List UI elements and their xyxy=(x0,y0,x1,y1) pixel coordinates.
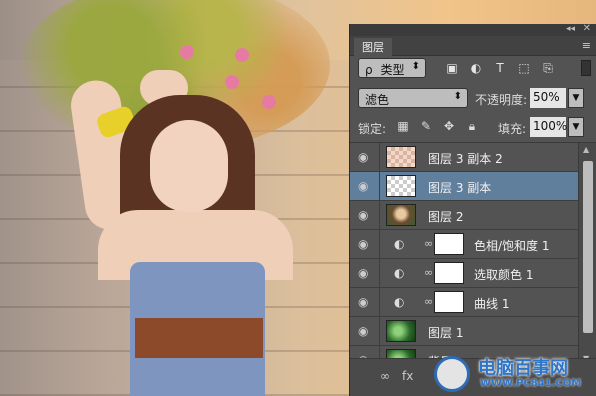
visibility-cell[interactable]: ◉ xyxy=(350,143,380,172)
eye-icon[interactable]: ◉ xyxy=(358,208,376,222)
layers-list: ◉ 图层 3 副本 2 ◉ 图层 3 副本 ◉ 图层 2 ◉ ◐ ∞ 色相/饱和… xyxy=(350,143,578,373)
type-filter-icon[interactable]: T xyxy=(492,60,508,76)
flower xyxy=(180,45,194,59)
layer-thumbnail xyxy=(386,146,416,168)
layer-thumbnail xyxy=(386,175,416,197)
layers-panel: ◂◂ ✕ 图层 ≡ ρ 类型 ⬍ ▣ ◐ T ⬚ ⎘ 滤色 ⬍ 不透明度: 50… xyxy=(349,23,596,396)
chevron-updown-icon: ⬍ xyxy=(411,61,420,72)
blend-row: 滤色 ⬍ 不透明度: 50% ▼ xyxy=(350,88,596,110)
adjustment-layer-icon: ◐ xyxy=(394,266,405,280)
layer-name: 图层 3 副本 xyxy=(428,181,492,195)
layer-name: 色相/饱和度 1 xyxy=(474,239,550,253)
eye-icon[interactable]: ◉ xyxy=(358,266,376,280)
belt xyxy=(135,318,263,358)
layer-name: 曲线 1 xyxy=(474,297,510,311)
eye-icon[interactable]: ◉ xyxy=(358,179,376,193)
layer-row[interactable]: ◉ ◐ ∞ 曲线 1 xyxy=(350,288,578,317)
scrollbar-thumb[interactable] xyxy=(583,161,593,333)
eye-icon[interactable]: ◉ xyxy=(358,237,376,251)
lock-transparency-icon[interactable]: ▦ xyxy=(396,119,410,133)
layer-row[interactable]: ◉ 图层 3 副本 2 xyxy=(350,143,578,172)
face xyxy=(150,120,228,212)
filter-row: ρ 类型 ⬍ ▣ ◐ T ⬚ ⎘ xyxy=(350,58,596,80)
layer-mask-thumbnail xyxy=(434,262,464,284)
fill-dropdown-button[interactable]: ▼ xyxy=(568,117,584,137)
flower xyxy=(235,48,249,62)
link-icon: ∞ xyxy=(424,295,434,308)
layer-name: 图层 3 副本 2 xyxy=(428,152,503,166)
collapse-icon[interactable]: ◂◂ xyxy=(566,24,575,34)
opacity-label: 不透明度: xyxy=(475,93,528,107)
opacity-dropdown-button[interactable]: ▼ xyxy=(568,88,584,108)
flower xyxy=(225,75,239,89)
watermark-url: WWW.PC841.COM xyxy=(480,378,582,389)
layer-mask-thumbnail xyxy=(434,291,464,313)
panel-tabbar: 图层 ≡ xyxy=(350,36,596,56)
link-layers-icon[interactable]: ∞ xyxy=(380,369,390,383)
layer-name: 图层 1 xyxy=(428,326,464,340)
visibility-cell[interactable]: ◉ xyxy=(350,317,380,346)
lock-label: 锁定: xyxy=(358,122,387,136)
visibility-cell[interactable]: ◉ xyxy=(350,288,380,317)
layer-name: 选取颜色 1 xyxy=(474,268,534,282)
layer-row-selected[interactable]: ◉ 图层 3 副本 xyxy=(350,172,578,201)
flower xyxy=(262,95,276,109)
search-icon: ρ xyxy=(365,63,373,77)
layer-row[interactable]: ◉ ◐ ∞ 色相/饱和度 1 xyxy=(350,230,578,259)
eye-icon[interactable]: ◉ xyxy=(358,324,376,338)
fill-label: 填充: xyxy=(498,122,527,136)
visibility-cell[interactable]: ◉ xyxy=(350,201,380,230)
image-filter-icon[interactable]: ▣ xyxy=(444,60,460,76)
opacity-input[interactable]: 50% xyxy=(530,88,566,108)
shape-filter-icon[interactable]: ⬚ xyxy=(516,60,532,76)
filter-toggle[interactable] xyxy=(581,60,591,76)
close-icon[interactable]: ✕ xyxy=(583,23,591,34)
layer-mask-thumbnail xyxy=(434,233,464,255)
adjustment-filter-icon[interactable]: ◐ xyxy=(468,60,484,76)
eye-icon[interactable]: ◉ xyxy=(358,295,376,309)
tab-layers[interactable]: 图层 xyxy=(354,38,392,56)
fx-icon[interactable]: fx xyxy=(402,369,413,383)
link-icon: ∞ xyxy=(424,237,434,250)
watermark-circle-icon xyxy=(434,356,470,392)
panel-menu-icon[interactable]: ≡ xyxy=(582,39,591,52)
layer-name: 图层 2 xyxy=(428,210,464,224)
lock-all-icon[interactable]: 🔒︎ xyxy=(465,119,479,133)
chevron-updown-icon: ⬍ xyxy=(453,91,462,102)
panel-top-strip: ◂◂ ✕ xyxy=(350,23,596,36)
eye-icon[interactable]: ◉ xyxy=(358,150,376,164)
kind-filter-label: 类型 xyxy=(380,63,405,77)
lock-brush-icon[interactable]: ✎ xyxy=(419,119,433,133)
kind-filter-select[interactable]: ρ 类型 ⬍ xyxy=(358,58,426,78)
scroll-up-icon[interactable]: ▲ xyxy=(583,145,589,154)
link-icon: ∞ xyxy=(424,266,434,279)
bottom-icons: ∞ fx xyxy=(380,369,413,383)
blend-mode-value: 滤色 xyxy=(365,93,390,107)
adjustment-layer-icon: ◐ xyxy=(394,295,405,309)
lock-row: 锁定: ▦ ✎ ✥ 🔒︎ 填充: 100% ▼ xyxy=(350,117,596,139)
smart-object-filter-icon[interactable]: ⎘ xyxy=(540,60,556,76)
visibility-cell[interactable]: ◉ xyxy=(350,172,380,201)
filter-icons: ▣ ◐ T ⬚ ⎘ xyxy=(444,60,556,76)
blend-mode-select[interactable]: 滤色 ⬍ xyxy=(358,88,468,108)
adjustment-layer-icon: ◐ xyxy=(394,237,405,251)
fill-input[interactable]: 100% xyxy=(530,117,567,137)
visibility-cell[interactable]: ◉ xyxy=(350,259,380,288)
layer-row[interactable]: ◉ 图层 2 xyxy=(350,201,578,230)
layers-scrollbar[interactable]: ▲ ▼ xyxy=(578,143,596,365)
lock-icons: ▦ ✎ ✥ 🔒︎ xyxy=(396,119,479,133)
layer-thumbnail xyxy=(386,204,416,226)
layer-row[interactable]: ◉ ◐ ∞ 选取颜色 1 xyxy=(350,259,578,288)
watermark-logo: 电脑百事网 WWW.PC841.COM xyxy=(434,352,596,396)
visibility-cell[interactable]: ◉ xyxy=(350,230,380,259)
layer-thumbnail xyxy=(386,320,416,342)
watermark-text: 电脑百事网 xyxy=(478,358,568,379)
layer-row[interactable]: ◉ 图层 1 xyxy=(350,317,578,346)
lock-move-icon[interactable]: ✥ xyxy=(442,119,456,133)
